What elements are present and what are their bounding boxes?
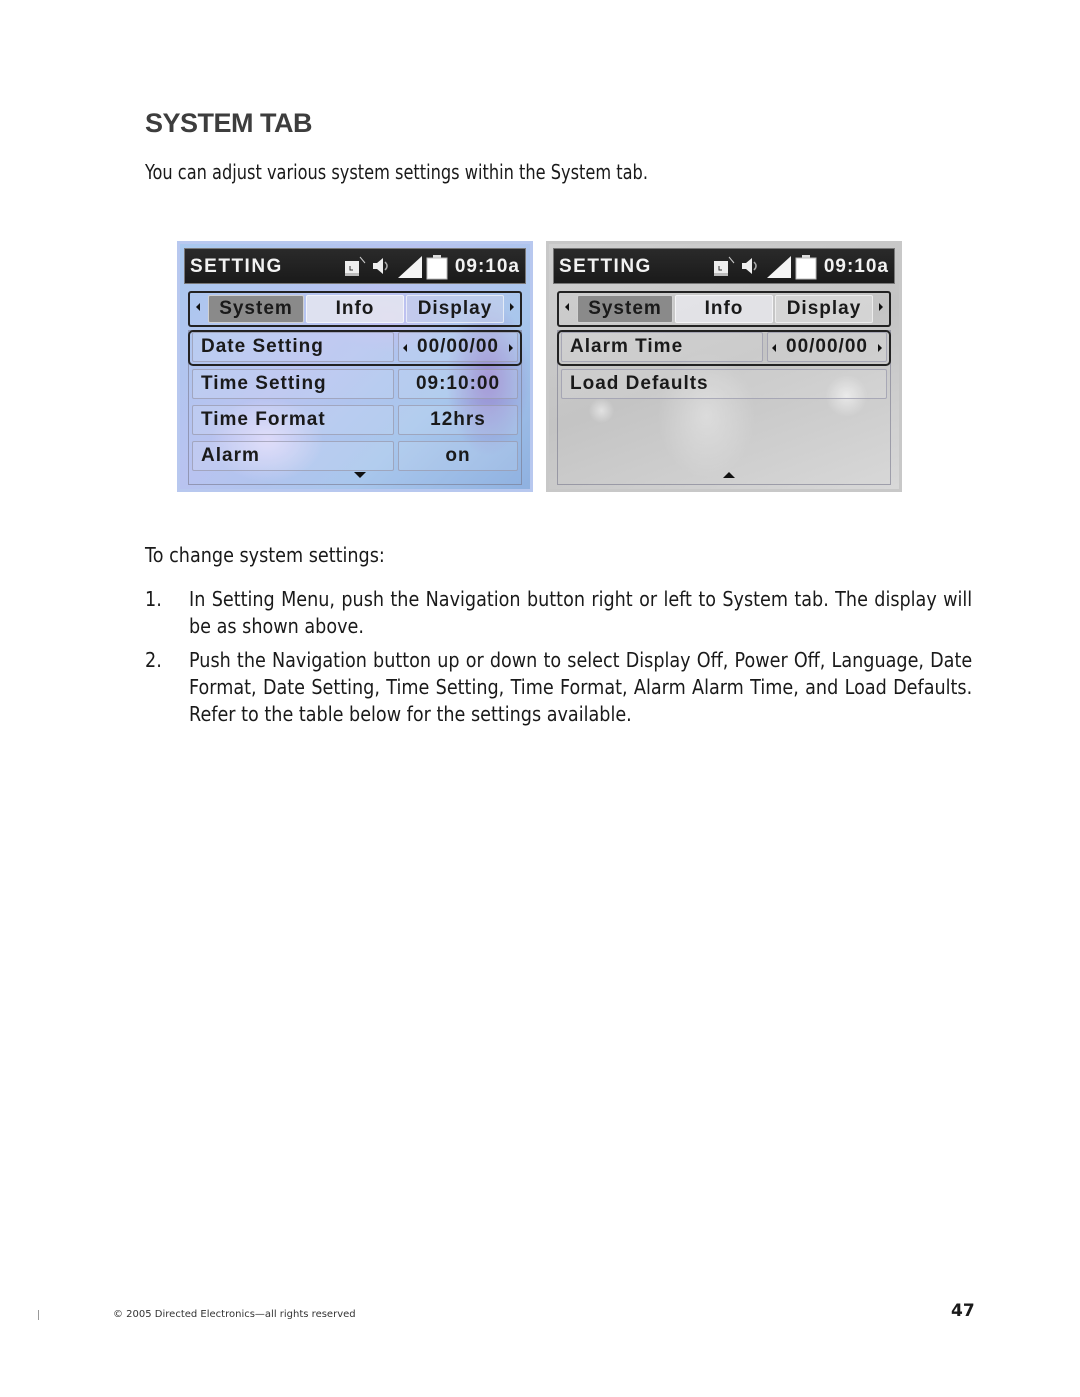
tab-display[interactable]: Display [406,295,504,323]
setting-value-text: 00/00/00 [417,336,499,357]
step-text: Push the Navigation button up or down to… [189,648,973,726]
tab-right-arrow-icon[interactable] [879,303,883,311]
page-heading: SYSTEM TAB [145,108,313,138]
tab-left-arrow-icon[interactable] [196,303,200,311]
copyright-footer: © 2005 Directed Electronics—all rights r… [113,1309,356,1320]
value-right-arrow-icon[interactable] [509,344,513,352]
setting-value-text: 00/00/00 [786,336,868,357]
setting-row-time-setting[interactable]: Time Setting 09:10:00 [190,369,520,401]
setting-value[interactable]: 00/00/00 [767,332,887,362]
margin-mark [38,1310,39,1320]
setting-value[interactable]: 00/00/00 [398,332,518,362]
setting-value[interactable]: 09:10:00 [398,369,518,399]
setting-row-load-defaults[interactable]: Load Defaults [559,369,889,401]
step-number: 2. [145,648,162,672]
setting-value[interactable]: 12hrs [398,405,518,435]
volume-level-icon [767,256,791,278]
settings-screen-system-page-1: SETTING 09:10a System Info Display Date … [177,241,533,492]
battery-icon [426,255,448,280]
setting-label: Time Setting [192,369,394,399]
page-number: 47 [951,1301,975,1321]
setting-label: Alarm [192,441,394,471]
tab-right-arrow-icon[interactable] [510,303,514,311]
screen-title: SETTING [190,256,283,277]
value-left-arrow-icon[interactable] [403,344,407,352]
tab-system[interactable]: System [208,295,304,323]
tab-bar: System Info Display [557,291,891,327]
instructions-intro: To change system settings: [145,543,385,567]
clock-time: 09:10a [823,256,889,277]
setting-value[interactable]: on [398,441,518,471]
tab-left-arrow-icon[interactable] [565,303,569,311]
setting-label: Date Setting [192,332,394,362]
setting-label: Time Format [192,405,394,435]
tab-system[interactable]: System [577,295,673,323]
speaker-icon [373,258,388,274]
battery-icon [795,255,817,280]
setting-label: Alarm Time [561,332,763,362]
volume-level-icon [398,256,422,278]
setting-row-alarm-time[interactable]: Alarm Time 00/00/00 [557,330,891,366]
value-right-arrow-icon[interactable] [878,344,882,352]
tab-display[interactable]: Display [775,295,873,323]
value-left-arrow-icon[interactable] [772,344,776,352]
setting-row-date-setting[interactable]: Date Setting 00/00/00 [188,330,522,366]
setting-row-alarm[interactable]: Alarm on [190,441,520,473]
alarm-clock-icon [714,256,735,276]
status-bar: SETTING 09:10a [184,248,526,284]
step-number: 1. [145,587,162,611]
tab-info[interactable]: Info [675,295,773,323]
tab-bar: System Info Display [188,291,522,327]
scroll-up-icon[interactable] [723,472,735,478]
status-bar: SETTING 09:10a [553,248,895,284]
speaker-icon [742,258,757,274]
intro-text: You can adjust various system settings w… [145,160,648,184]
step-text: In Setting Menu, push the Navigation but… [189,587,973,638]
setting-row-time-format[interactable]: Time Format 12hrs [190,405,520,437]
screen-title: SETTING [559,256,652,277]
setting-label: Load Defaults [561,369,887,399]
clock-time: 09:10a [454,256,520,277]
tab-info[interactable]: Info [306,295,404,323]
alarm-clock-icon [345,256,366,276]
settings-screen-system-page-2: SETTING 09:10a System Info Display Alarm… [546,241,902,492]
